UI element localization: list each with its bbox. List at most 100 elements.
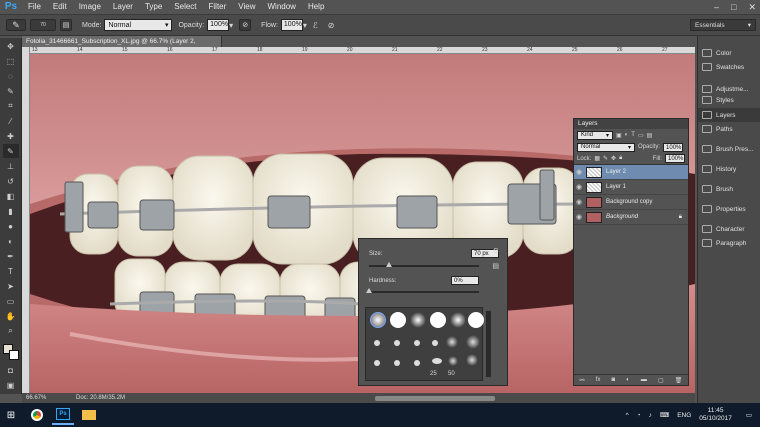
brush-preset[interactable] [414,360,420,366]
network-icon[interactable]: ◔ [637,412,641,419]
zoom-tool-icon[interactable]: ⌕ [3,324,19,338]
tool-preset-picker[interactable]: ✎ [6,19,26,31]
filter-smart-icon[interactable]: ▤ [647,132,653,139]
history-brush-tool-icon[interactable]: ↺ [3,174,19,188]
size-slider[interactable] [369,262,479,267]
pressure-opacity-toggle[interactable]: ⊘ [239,19,252,31]
eraser-tool-icon[interactable]: ◧ [3,189,19,203]
lock-all-icon[interactable]: 🔒︎ [619,155,622,162]
brush-preset[interactable] [414,340,420,346]
dock-color[interactable]: Color [698,46,760,60]
dock-styles[interactable]: Styles [698,96,760,104]
volume-icon[interactable]: ♪ [649,412,652,419]
lock-position-icon[interactable]: ✥ [611,155,616,162]
new-group-icon[interactable]: ▬ [641,377,647,383]
filter-adjustment-icon[interactable]: ◐ [625,132,629,138]
gear-icon[interactable]: ⚙ [493,247,499,255]
brush-preset[interactable] [432,340,438,346]
brush-preset[interactable] [374,340,380,346]
quick-select-tool-icon[interactable]: ✎ [3,84,19,98]
layers-panel-title[interactable]: Layers [574,119,688,129]
notifications-icon[interactable]: ▭ [746,411,752,419]
chevron-down-icon[interactable]: ▾ [229,21,233,30]
dock-properties[interactable]: Properties [698,202,760,216]
eye-icon[interactable]: ◉ [574,183,584,191]
color-swatches[interactable] [1,342,21,362]
dock-brush[interactable]: Brush [698,182,760,196]
dock-character[interactable]: Character [698,222,760,236]
eye-icon[interactable]: ◉ [574,213,584,221]
close-button[interactable]: ✕ [748,2,756,13]
clone-stamp-tool-icon[interactable]: ⊥ [3,159,19,173]
chevron-up-icon[interactable]: ^ [626,412,629,419]
language-indicator[interactable]: ENG [677,412,691,419]
hardness-input[interactable]: 0% [451,276,479,285]
brush-preset[interactable] [374,360,380,366]
dock-paragraph[interactable]: Paragraph [698,236,760,250]
dock-brush-presets[interactable]: Brush Pres... [698,142,760,156]
horizontal-scrollbar[interactable] [375,395,495,401]
brush-preset[interactable] [394,360,400,366]
brush-preset[interactable] [432,358,442,364]
eye-icon[interactable]: ◉ [574,198,584,206]
keyboard-icon[interactable]: ⌨ [660,411,669,419]
windows-start-button[interactable]: ⊞ [0,405,22,425]
adjustment-layer-icon[interactable]: ◐ [626,377,630,383]
brush-preset[interactable] [430,312,446,328]
presets-scrollbar[interactable] [486,311,491,377]
layer-fill-input[interactable]: 100% [665,154,685,163]
brush-preset[interactable] [466,354,478,366]
trash-icon[interactable]: 🗑︎ [675,377,683,384]
flow-input[interactable]: 100% [280,19,303,31]
move-tool-icon[interactable]: ✥ [3,39,19,53]
menu-view[interactable]: View [232,0,261,14]
airbrush-icon[interactable]: ℰ [313,21,318,30]
blur-tool-icon[interactable]: ● [3,219,19,233]
menu-layer[interactable]: Layer [107,0,139,14]
size-slider-knob[interactable] [385,262,392,267]
eyedropper-tool-icon[interactable]: ⁄ [3,114,19,128]
pressure-size-icon[interactable]: ⊘ [328,21,335,30]
dodge-tool-icon[interactable]: ◐ [3,234,19,248]
menu-help[interactable]: Help [302,0,330,14]
layer-blend-select[interactable]: Normal ▾ [577,142,635,152]
zoom-level[interactable]: 66.67% [26,395,66,401]
dock-adjustments[interactable]: Adjustme... [698,82,760,96]
doc-size-info[interactable]: Doc: 20.8M/35.2M [76,395,125,401]
brush-preset[interactable] [370,312,386,328]
dock-history[interactable]: History [698,162,760,176]
type-tool-icon[interactable]: T [3,264,19,278]
brush-preset[interactable] [446,336,458,348]
menu-type[interactable]: Type [139,0,168,14]
brush-preset[interactable] [410,312,426,328]
menu-file[interactable]: File [22,0,47,14]
photoshop-taskbar-button[interactable]: Ps [52,405,74,425]
filter-shape-icon[interactable]: ▭ [638,132,644,139]
add-mask-icon[interactable]: ◙ [611,377,615,383]
dock-paths[interactable]: Paths [698,122,760,136]
gradient-tool-icon[interactable]: ▮ [3,204,19,218]
menu-filter[interactable]: Filter [203,0,233,14]
eye-icon[interactable]: ◉ [574,168,584,176]
menu-select[interactable]: Select [168,0,202,14]
minimize-button[interactable]: – [714,2,719,12]
pen-tool-icon[interactable]: ✒ [3,249,19,263]
layer-row[interactable]: ◉ Background copy [574,195,688,210]
lock-transparent-icon[interactable]: ▦ [594,155,600,162]
layer-row[interactable]: ◉ Layer 1 [574,180,688,195]
workspace-switcher[interactable]: Essentials ▾ [690,19,756,31]
brush-preset[interactable] [448,356,458,366]
lock-pixels-icon[interactable]: ✎ [603,155,608,162]
layer-opacity-input[interactable]: 100% [663,142,684,152]
document-tab[interactable]: Fotolia_31466661_Subscription_XL.jpg @ 6… [22,36,222,56]
hardness-slider-knob[interactable] [366,288,372,293]
menu-edit[interactable]: Edit [47,0,73,14]
maximize-button[interactable]: □ [731,2,736,12]
mode-select[interactable]: Normal ▾ [104,19,173,31]
brush-panel-toggle[interactable]: ▤ [60,19,72,31]
shape-tool-icon[interactable]: ▭ [3,294,19,308]
brush-preset-picker[interactable]: 70 [30,19,56,31]
filter-type-icon[interactable]: T [631,132,635,138]
file-explorer-taskbar-button[interactable] [78,405,100,425]
clock[interactable]: 11:45 05/10/2017 [699,407,732,423]
